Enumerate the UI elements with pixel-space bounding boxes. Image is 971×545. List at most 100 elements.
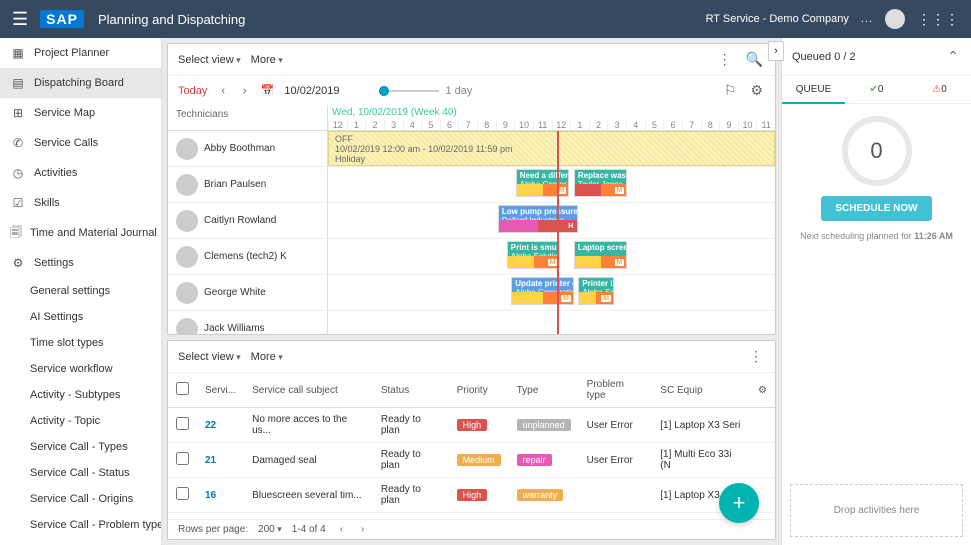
calls-more-vert-icon[interactable]: ⋮ bbox=[747, 346, 765, 367]
menu-icon[interactable]: ☰ bbox=[12, 9, 28, 30]
sidebar-item-service-call-status[interactable]: Service Call - Status bbox=[0, 460, 161, 486]
service-id-link[interactable]: 21 bbox=[205, 455, 216, 466]
tech-track[interactable] bbox=[328, 311, 775, 334]
select-all-checkbox[interactable] bbox=[176, 382, 189, 395]
sidebar-item-service-call-types[interactable]: Service Call - Types bbox=[0, 434, 161, 460]
sidebar-item-service-call-problem-types[interactable]: Service Call - Problem types bbox=[0, 512, 161, 538]
tech-avatar bbox=[176, 210, 198, 232]
col-header[interactable]: Type bbox=[509, 373, 579, 408]
sidebar-item-service-map[interactable]: ⊞Service Map bbox=[0, 98, 161, 128]
schedule-now-button[interactable]: SCHEDULE NOW bbox=[821, 196, 931, 221]
table-settings-icon[interactable]: ⚙ bbox=[758, 385, 767, 396]
sidebar-item-service-calls[interactable]: ✆Service Calls bbox=[0, 128, 161, 158]
settings-icon[interactable]: ⚙ bbox=[748, 80, 765, 101]
sidebar-item-skills[interactable]: ☑Skills bbox=[0, 188, 161, 218]
queue-panel: Queued 0 / 2 ⌃ QUEUE ✔0 ⚠0 0 SCHEDULE NO… bbox=[781, 38, 971, 545]
sidebar-label: Service Calls bbox=[34, 137, 98, 149]
tech-track[interactable]: Need a different kAlpha CenterMReplace w… bbox=[328, 167, 775, 202]
tech-row: George WhiteUpdate printer driverAlpha C… bbox=[168, 275, 775, 311]
service-id-link[interactable]: 16 bbox=[205, 490, 216, 501]
row-checkbox[interactable] bbox=[176, 452, 189, 465]
prev-day-icon[interactable]: ‹ bbox=[217, 85, 229, 97]
next-day-icon[interactable]: › bbox=[239, 85, 251, 97]
hour-tick: 6 bbox=[440, 120, 459, 130]
tab-success[interactable]: ✔0 bbox=[845, 76, 908, 103]
sidebar-item-time-slot-types[interactable]: Time slot types bbox=[0, 330, 161, 356]
task-block[interactable]: Printer is smAlpha SolutionsM bbox=[578, 277, 614, 305]
col-header[interactable]: Problem type bbox=[579, 373, 653, 408]
status-cell: Ready to plan bbox=[373, 443, 449, 478]
col-header[interactable]: Status bbox=[373, 373, 449, 408]
pager-prev-icon[interactable]: ‹ bbox=[336, 524, 347, 535]
table-row[interactable]: 22No more acces to the us...Ready to pla… bbox=[168, 408, 775, 443]
row-checkbox[interactable] bbox=[176, 417, 189, 430]
tech-track[interactable]: Print is smudgedAlpha SolutionsM Laptop s… bbox=[328, 239, 775, 274]
zoom-slider[interactable]: 1 day bbox=[379, 85, 472, 97]
sidebar-icon: ⚙ bbox=[10, 255, 26, 271]
subject-cell: Bluescreen several tim... bbox=[244, 478, 373, 513]
sidebar-item-dispatching-board[interactable]: ▤Dispatching Board bbox=[0, 68, 161, 98]
tech-avatar bbox=[176, 138, 198, 160]
task-block[interactable]: Laptop screen is bM bbox=[574, 241, 628, 269]
row-checkbox[interactable] bbox=[176, 487, 189, 500]
priority-badge: M bbox=[615, 259, 625, 266]
sidebar-item-activities[interactable]: ◷Activities bbox=[0, 158, 161, 188]
sidebar-item-service-call-origins[interactable]: Service Call - Origins bbox=[0, 486, 161, 512]
sidebar-item-service-workflow[interactable]: Service workflow bbox=[0, 356, 161, 382]
more-menu[interactable]: ... bbox=[861, 13, 873, 25]
sidebar-item-general-settings[interactable]: General settings bbox=[0, 278, 161, 304]
sidebar-item-activity-subtypes[interactable]: Activity - Subtypes bbox=[0, 382, 161, 408]
map-icon[interactable]: ⚐ bbox=[722, 80, 739, 101]
today-link[interactable]: Today bbox=[178, 85, 207, 97]
task-block[interactable]: Replace waste contTaylor JonesM bbox=[574, 169, 628, 197]
tech-row: Abby BoothmanOFF10/02/2019 12:00 am - 10… bbox=[168, 131, 775, 167]
col-header[interactable]: Servi... bbox=[197, 373, 244, 408]
search-icon[interactable]: 🔍 bbox=[744, 49, 765, 70]
more-vert-icon[interactable]: ⋮ bbox=[716, 49, 734, 70]
collapse-right-icon[interactable]: › bbox=[768, 41, 784, 61]
task-block[interactable]: Print is smudgedAlpha SolutionsM bbox=[507, 241, 561, 269]
priority-tag: High bbox=[457, 419, 488, 431]
table-row[interactable]: 21Damaged sealReady to planMediumrepairU… bbox=[168, 443, 775, 478]
hour-tick: 3 bbox=[607, 120, 626, 130]
task-block[interactable]: Need a different kAlpha CenterM bbox=[516, 169, 570, 197]
priority-tag: Medium bbox=[457, 454, 501, 466]
col-header[interactable]: SC Equip bbox=[652, 373, 750, 408]
tab-errors[interactable]: ⚠0 bbox=[908, 76, 971, 103]
tab-queue[interactable]: QUEUE bbox=[782, 76, 845, 103]
sidebar-item-activity-topic[interactable]: Activity - Topic bbox=[0, 408, 161, 434]
service-id-link[interactable]: 22 bbox=[205, 420, 216, 431]
sidebar-item-ai-settings[interactable]: AI Settings bbox=[0, 304, 161, 330]
calls-select-view[interactable]: Select view bbox=[178, 351, 241, 363]
add-fab[interactable]: + bbox=[719, 483, 759, 523]
col-header[interactable] bbox=[168, 373, 197, 408]
drop-zone[interactable]: Drop activities here bbox=[790, 484, 963, 537]
tech-track[interactable]: Update printer driverAlpha CorporationMP… bbox=[328, 275, 775, 310]
task-block[interactable]: Update printer driverAlpha CorporationM bbox=[511, 277, 574, 305]
hour-tick: 6 bbox=[663, 120, 682, 130]
col-header[interactable]: Service call subject bbox=[244, 373, 373, 408]
hour-tick: 1 bbox=[570, 120, 589, 130]
task-block[interactable]: Low pump pressureDellard IndustriesH bbox=[498, 205, 578, 233]
col-header[interactable]: Priority bbox=[449, 373, 509, 408]
table-row[interactable]: 16Bluescreen several tim...Ready to plan… bbox=[168, 478, 775, 513]
technicians-label: Technicians bbox=[168, 105, 328, 130]
sidebar-item-project-planner[interactable]: ▦Project Planner bbox=[0, 38, 161, 68]
calendar-icon[interactable]: 📅 bbox=[261, 84, 275, 97]
rows-per-page-select[interactable]: 200 bbox=[258, 524, 282, 535]
tech-avatar bbox=[176, 282, 198, 304]
user-avatar[interactable] bbox=[885, 9, 905, 29]
sidebar-item-settings[interactable]: ⚙Settings bbox=[0, 248, 161, 278]
more-dropdown[interactable]: More bbox=[251, 54, 283, 66]
sidebar-label: Project Planner bbox=[34, 47, 109, 59]
problem-cell: User Error bbox=[579, 443, 653, 478]
collapse-queue-icon[interactable]: ⌃ bbox=[945, 46, 961, 67]
tech-track[interactable]: Low pump pressureDellard IndustriesH bbox=[328, 203, 775, 238]
sidebar-item-time-and-material-journal[interactable]: 🗐Time and Material Journal bbox=[0, 218, 161, 248]
tech-track[interactable]: OFF10/02/2019 12:00 am - 10/02/2019 11:5… bbox=[328, 131, 775, 166]
apps-icon[interactable]: ⋮⋮⋮ bbox=[917, 11, 959, 28]
calls-more[interactable]: More bbox=[251, 351, 283, 363]
select-view-dropdown[interactable]: Select view bbox=[178, 54, 241, 66]
sidebar-item-time-effort-type[interactable]: Time - Effort type bbox=[0, 538, 161, 545]
pager-next-icon[interactable]: › bbox=[357, 524, 368, 535]
